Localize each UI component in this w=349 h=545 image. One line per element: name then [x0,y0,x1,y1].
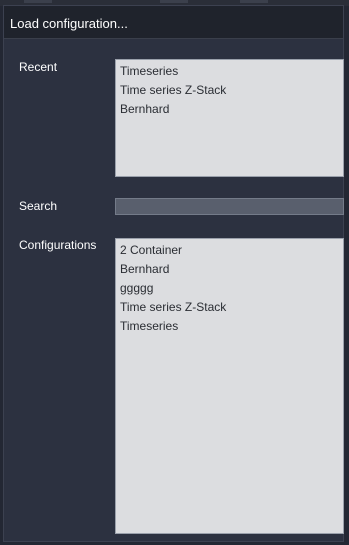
panel-title: Load configuration... [10,16,128,31]
recent-item[interactable]: Time series Z-Stack [116,81,343,100]
configuration-item[interactable]: 2 Container [116,241,343,260]
configuration-item[interactable]: Bernhard [116,260,343,279]
tab-stub [240,0,268,3]
configurations-list[interactable]: 2 Container Bernhard ggggg Time series Z… [115,238,344,534]
tab-stub [24,0,52,3]
search-input[interactable] [115,198,344,215]
recent-label: Recent [19,60,58,74]
recent-item[interactable]: Bernhard [116,100,343,119]
load-configuration-panel: Load configuration... Recent Timeseries … [3,5,344,542]
configurations-label: Configurations [19,238,97,252]
configuration-item[interactable]: Time series Z-Stack [116,298,343,317]
configuration-item[interactable]: Timeseries [116,317,343,336]
configuration-item[interactable]: ggggg [116,279,343,298]
panel-header[interactable]: Load configuration... [4,6,343,39]
recent-item[interactable]: Timeseries [116,62,343,81]
search-label: Search [19,199,58,213]
tab-stub [160,0,188,3]
recent-list[interactable]: Timeseries Time series Z-Stack Bernhard [115,59,344,177]
